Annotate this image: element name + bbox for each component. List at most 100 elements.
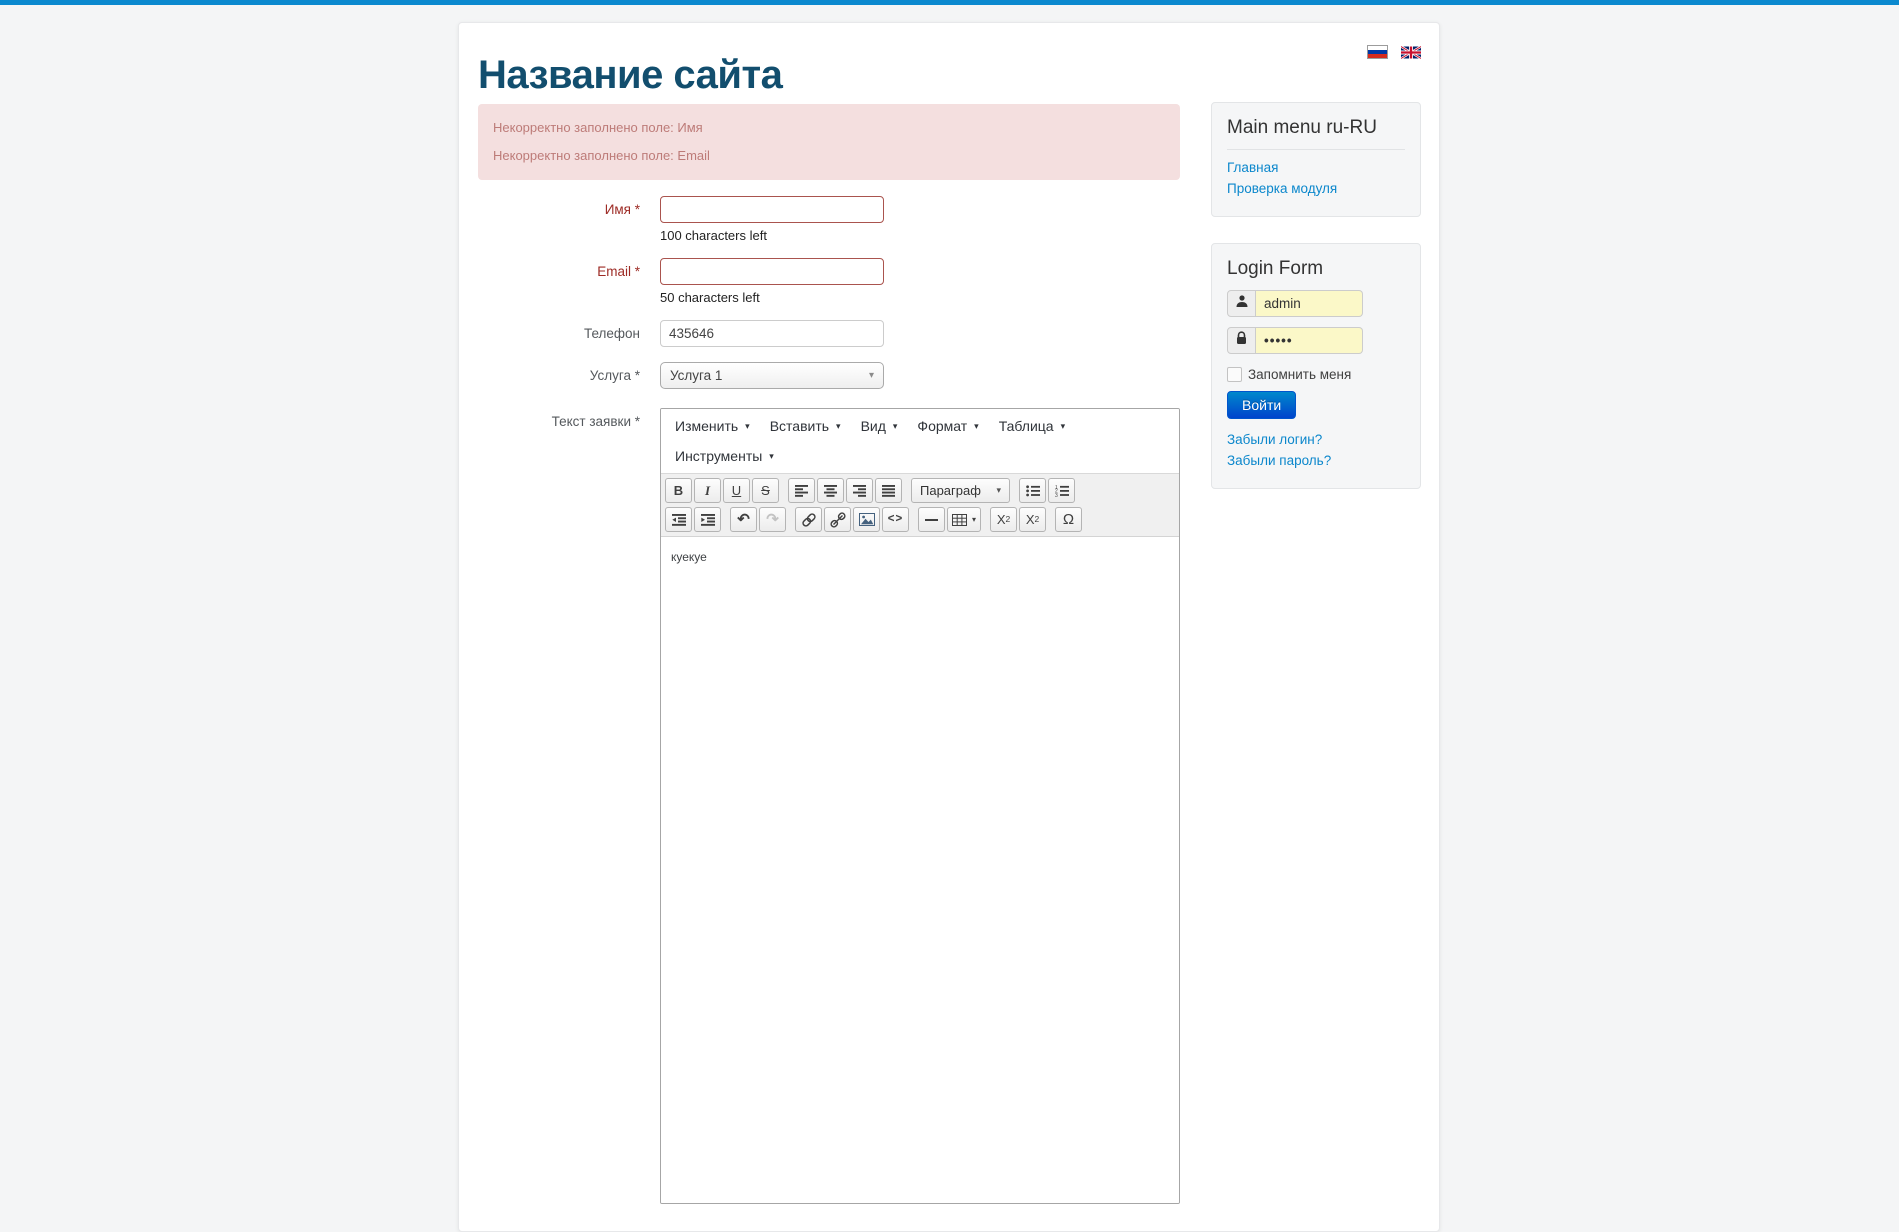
- align-justify-icon: [882, 485, 895, 497]
- email-field-group: Email * 50 characters left: [478, 258, 1180, 305]
- phone-input[interactable]: [660, 320, 884, 347]
- undo-icon: ↶: [737, 512, 750, 527]
- bullet-list-button[interactable]: [1019, 478, 1046, 503]
- menubar-item[interactable]: Таблица ▾: [989, 411, 1075, 441]
- align-center-icon: [824, 485, 837, 497]
- username-row: [1227, 290, 1405, 317]
- undo-button[interactable]: ↶: [730, 507, 757, 532]
- bullet-list-icon: [1026, 485, 1040, 497]
- service-select-value: Услуга 1: [670, 368, 722, 383]
- forgot-password-link[interactable]: Забыли пароль?: [1227, 451, 1405, 470]
- user-icon: [1235, 294, 1249, 313]
- editor-toolbar: B IUS Параграф ▾ 123 ↶ ↷ <> ▾ X2 X2 Ω: [661, 473, 1179, 536]
- divider: [1227, 149, 1405, 150]
- italic-button[interactable]: I: [694, 478, 721, 503]
- redo-icon: ↷: [766, 512, 779, 527]
- numbered-list-icon: 123: [1055, 485, 1069, 497]
- bold-button[interactable]: B: [665, 478, 692, 503]
- table-button[interactable]: ▾: [947, 507, 981, 532]
- subscript-icon: X2: [997, 513, 1010, 526]
- chevron-down-icon: ▾: [745, 422, 750, 431]
- login-links: Забыли логин? Забыли пароль?: [1227, 430, 1405, 470]
- superscript-icon: X2: [1026, 513, 1039, 526]
- paragraph-format-select[interactable]: Параграф ▾: [911, 478, 1010, 503]
- login-button[interactable]: Войти: [1227, 391, 1296, 419]
- menubar-item[interactable]: Формат ▾: [907, 411, 988, 441]
- source-code-icon: <>: [888, 514, 903, 526]
- editor-menubar: Изменить▾Вставить▾Вид▾Формат▾Таблица▾Инс…: [661, 409, 1179, 473]
- sidebar-item-home[interactable]: Главная: [1227, 158, 1405, 177]
- sidebar-item-module-check[interactable]: Проверка модуля: [1227, 179, 1405, 198]
- table-icon: ▾: [952, 514, 976, 526]
- superscript-button[interactable]: X2: [1019, 507, 1046, 532]
- name-input[interactable]: [660, 196, 884, 223]
- chevron-down-icon: ▾: [974, 422, 979, 431]
- rich-text-editor: Изменить▾Вставить▾Вид▾Формат▾Таблица▾Инс…: [660, 408, 1180, 1204]
- error-alert: Некорректно заполнено поле: Имя Некоррек…: [478, 104, 1180, 180]
- align-center-button[interactable]: [817, 478, 844, 503]
- link-button[interactable]: [795, 507, 822, 532]
- phone-field-group: Телефон: [478, 320, 1180, 347]
- subscript-button[interactable]: X2: [990, 507, 1017, 532]
- remember-me-checkbox[interactable]: [1227, 367, 1242, 382]
- menubar-item-label: Вставить: [770, 418, 829, 434]
- remember-me-label: Запомнить меня: [1248, 367, 1351, 382]
- error-message: Некорректно заполнено поле: Email: [493, 148, 1165, 163]
- menubar-item[interactable]: Вид ▾: [851, 411, 908, 441]
- align-justify-button[interactable]: [875, 478, 902, 503]
- chevron-down-icon: ▾: [1061, 422, 1066, 431]
- lock-icon: [1235, 331, 1248, 350]
- bold-icon: B: [674, 484, 683, 497]
- strikethrough-button[interactable]: S: [752, 478, 779, 503]
- menubar-item[interactable]: Инструменты▾: [665, 441, 784, 471]
- image-button[interactable]: [853, 507, 880, 532]
- menubar-item-label: Вид: [861, 418, 886, 434]
- password-row: [1227, 327, 1405, 354]
- error-message: Некорректно заполнено поле: Имя: [493, 120, 1165, 135]
- source-code-button[interactable]: <>: [882, 507, 909, 532]
- forgot-login-link[interactable]: Забыли логин?: [1227, 430, 1405, 449]
- italic-icon: I: [705, 484, 710, 497]
- russian-flag-icon[interactable]: [1367, 45, 1388, 59]
- horizontal-rule-button[interactable]: [918, 507, 945, 532]
- email-field-label: Email *: [478, 258, 660, 305]
- strikethrough-icon: S: [761, 484, 770, 497]
- svg-text:3: 3: [1055, 492, 1058, 496]
- english-flag-icon[interactable]: [1401, 46, 1421, 59]
- top-accent-bar: [0, 0, 1899, 5]
- service-select[interactable]: Услуга 1 ▾: [660, 362, 884, 389]
- menubar-item[interactable]: Вставить▾: [760, 411, 851, 441]
- name-char-counter: 100 characters left: [660, 228, 884, 243]
- login-username-input[interactable]: [1256, 290, 1363, 317]
- editor-content[interactable]: куекуе: [661, 536, 1179, 1203]
- special-character-button[interactable]: Ω: [1055, 507, 1082, 532]
- indent-button[interactable]: [694, 507, 721, 532]
- horizontal-rule-icon: [925, 519, 938, 521]
- underline-button[interactable]: U: [723, 478, 750, 503]
- special-character-icon: Ω: [1063, 512, 1074, 527]
- align-left-button[interactable]: [788, 478, 815, 503]
- chevron-down-icon: ▾: [869, 370, 874, 381]
- image-icon: [859, 513, 875, 526]
- align-left-icon: [795, 485, 808, 497]
- email-char-counter: 50 characters left: [660, 290, 884, 305]
- name-field-label: Имя *: [478, 196, 660, 243]
- align-right-button[interactable]: [846, 478, 873, 503]
- site-title: Название сайта: [478, 53, 1180, 97]
- numbered-list-button[interactable]: 123: [1048, 478, 1075, 503]
- outdent-button[interactable]: [665, 507, 692, 532]
- chevron-down-icon: ▾: [996, 486, 1001, 495]
- main-column: Название сайта Некорректно заполнено пол…: [478, 23, 1180, 1219]
- language-switcher: [1367, 45, 1421, 59]
- chevron-down-icon: ▾: [769, 452, 774, 461]
- menubar-item[interactable]: Изменить▾: [665, 411, 760, 441]
- chevron-down-icon: ▾: [893, 422, 898, 431]
- email-input[interactable]: [660, 258, 884, 285]
- unlink-button[interactable]: [824, 507, 851, 532]
- paragraph-format-label: Параграф: [920, 484, 981, 497]
- menubar-item-label: Таблица: [999, 418, 1054, 434]
- remember-me-row: Запомнить меня: [1227, 367, 1405, 382]
- redo-button[interactable]: ↷: [759, 507, 786, 532]
- login-password-input[interactable]: [1256, 327, 1363, 354]
- menubar-item-label: Формат: [917, 418, 967, 434]
